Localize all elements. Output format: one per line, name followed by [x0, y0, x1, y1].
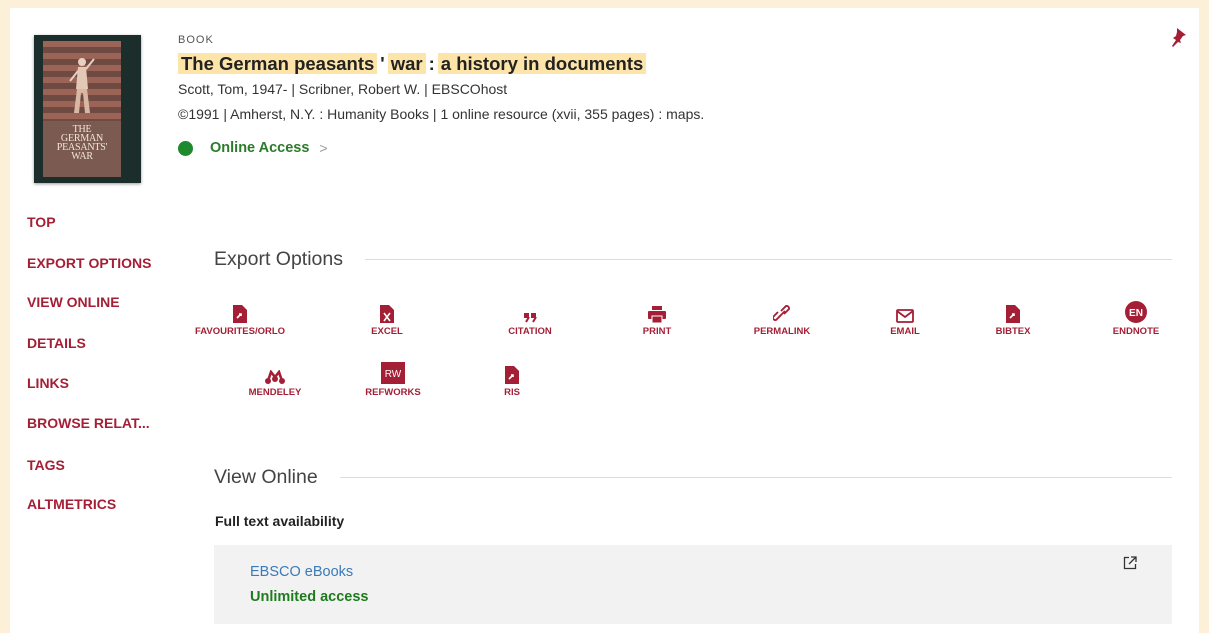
export-label: BIBTEX: [995, 326, 1031, 337]
export-label: CITATION: [508, 326, 552, 337]
nav-item-details[interactable]: DETAILS: [27, 335, 86, 351]
quote-icon: [524, 313, 537, 323]
view-online-header: View Online: [214, 466, 1172, 489]
external-link-icon[interactable]: [1123, 556, 1137, 570]
export-options-title: Export Options: [214, 248, 343, 270]
online-access-link[interactable]: Online Access >: [178, 140, 328, 156]
export-label: RIS: [504, 387, 520, 398]
export-endnote-button[interactable]: EN ENDNOTE: [1086, 301, 1186, 337]
book-cover[interactable]: THE GERMAN PEASANTS' WAR: [34, 35, 141, 183]
cover-title: THE GERMAN PEASANTS' WAR: [56, 124, 108, 162]
title-part: war: [387, 53, 426, 74]
title-part: :: [428, 53, 435, 74]
cover-art: THE GERMAN PEASANTS' WAR: [43, 41, 121, 177]
chevron-right-icon: >: [319, 140, 328, 156]
nav-item-view-online[interactable]: VIEW ONLINE: [27, 294, 120, 310]
export-label: PERMALINK: [753, 326, 811, 337]
nav-item-altmetrics[interactable]: ALTMETRICS: [27, 496, 116, 512]
file-export-icon: [505, 366, 519, 384]
export-label: FAVOURITES/ORLO: [194, 326, 286, 337]
nav-item-browse-related[interactable]: BROWSE RELAT...: [27, 415, 150, 431]
export-citation-button[interactable]: CITATION: [480, 303, 580, 337]
export-mendeley-button[interactable]: MENDELEY: [225, 364, 325, 398]
online-access-label: Online Access: [210, 140, 310, 156]
nav-item-links[interactable]: LINKS: [27, 375, 69, 391]
record-publication: ©1991 | Amherst, N.Y. : Humanity Books |…: [178, 106, 705, 122]
export-favourites-button[interactable]: FAVOURITES/ORLO: [190, 303, 290, 337]
file-export-icon: [1006, 305, 1020, 323]
record-title[interactable]: The German peasants ' war: a history in doc…: [178, 53, 647, 75]
nav-item-top[interactable]: TOP: [27, 214, 56, 230]
record-authors: Scott, Tom, 1947- | Scribner, Robert W. …: [178, 81, 508, 97]
record-type: BOOK: [178, 34, 214, 46]
record-panel: THE GERMAN PEASANTS' WAR BOOK The German…: [10, 8, 1199, 633]
export-options-header: Export Options: [214, 248, 1172, 271]
pin-icon[interactable]: [1170, 27, 1188, 47]
peasant-figure-illustration: [69, 58, 95, 113]
export-email-button[interactable]: EMAIL: [855, 303, 955, 337]
svg-text:EN: EN: [1129, 308, 1143, 319]
endnote-icon: EN: [1125, 301, 1147, 323]
title-part: The German peasants: [178, 53, 378, 74]
export-refworks-button[interactable]: RW REFWORKS: [343, 361, 443, 398]
export-print-button[interactable]: PRINT: [607, 303, 707, 337]
mendeley-icon: [265, 370, 285, 384]
divider: [364, 259, 1172, 260]
export-label: PRINT: [642, 326, 672, 337]
availability-card: EBSCO eBooks Unlimited access: [214, 545, 1172, 624]
printer-icon: [648, 306, 666, 323]
export-label: EMAIL: [890, 326, 920, 337]
view-online-title: View Online: [214, 466, 318, 488]
svg-text:RW: RW: [385, 369, 402, 380]
title-part: a history in documents: [437, 53, 647, 74]
export-excel-button[interactable]: EXCEL: [337, 303, 437, 337]
excel-icon: [380, 305, 394, 323]
full-text-availability-heading: Full text availability: [215, 513, 345, 529]
file-export-icon: [233, 305, 247, 323]
nav-item-tags[interactable]: TAGS: [27, 457, 65, 473]
envelope-icon: [896, 309, 914, 323]
export-label: REFWORKS: [365, 387, 421, 398]
nav-item-export-options[interactable]: EXPORT OPTIONS: [27, 255, 151, 271]
export-label: ENDNOTE: [1112, 326, 1160, 337]
title-part: ': [380, 53, 385, 74]
export-label: EXCEL: [371, 326, 403, 337]
divider: [339, 477, 1172, 478]
availability-dot: [178, 140, 193, 156]
export-ris-button[interactable]: RIS: [462, 364, 562, 398]
export-label: MENDELEY: [248, 387, 302, 398]
refworks-icon: RW: [381, 362, 405, 384]
provider-link[interactable]: EBSCO eBooks: [250, 564, 353, 580]
export-permalink-button[interactable]: PERMALINK: [732, 303, 832, 337]
export-bibtex-button[interactable]: BIBTEX: [963, 303, 1063, 337]
availability-status: Unlimited access: [250, 589, 369, 605]
link-icon: [773, 305, 790, 321]
